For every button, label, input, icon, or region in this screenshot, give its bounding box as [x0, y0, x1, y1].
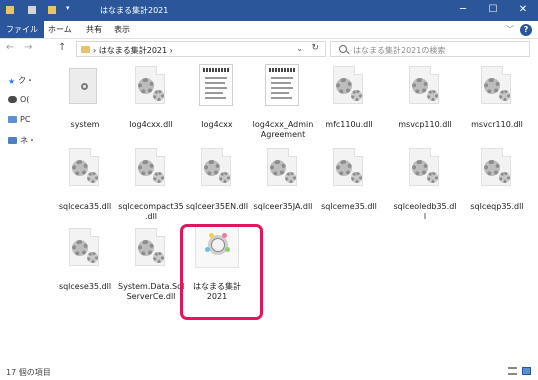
dll-icon	[327, 62, 371, 114]
search-input[interactable]: はなまる集計2021の検索	[353, 45, 445, 56]
nav-item-quick-access[interactable]: ★ ク・	[8, 75, 34, 87]
nav-item-label: PC	[20, 115, 31, 124]
file-name: sqlceca35.dll	[58, 202, 112, 211]
title-bar: ▾ はなまる集計2021 ─ ☐ ✕	[0, 0, 538, 21]
file-name: sqlceer35EN.dll	[185, 202, 249, 211]
item-count: 17 個の項目	[6, 368, 51, 377]
tab-file[interactable]: ファイル	[0, 21, 44, 38]
dll-icon	[327, 144, 371, 196]
close-button[interactable]: ✕	[508, 0, 538, 21]
file-name: sqlceme35.dll	[321, 202, 377, 211]
dll-icon	[129, 224, 173, 276]
dll-icon	[403, 62, 447, 114]
file-name: System.Data.Sql ServerCe.dll	[118, 282, 185, 301]
dll-icon	[129, 62, 173, 114]
file-name: sqlceoledb35.dl l	[393, 202, 457, 221]
quick-access-dropdown-icon[interactable]: ▾	[66, 4, 70, 12]
file-name: sqlcecompact35 .dll	[118, 202, 184, 221]
file-name: sqlcese35.dll	[58, 282, 112, 291]
refresh-icon[interactable]: ↻	[311, 43, 319, 53]
quick-access-new-folder-icon[interactable]	[48, 6, 56, 14]
file-name: msvcr110.dll	[471, 120, 523, 129]
address-row: ← → ↑ › はなまる集計2021 › ⌄ ↻ はなまる集計2021の検索	[0, 39, 538, 59]
minimize-button[interactable]: ─	[448, 0, 478, 21]
ribbon: ファイル ホーム 共有 表示 ﹀ ?	[0, 21, 538, 39]
network-icon	[8, 137, 17, 144]
dll-icon	[475, 62, 519, 114]
back-button[interactable]: ←	[6, 42, 14, 53]
dll-icon	[261, 144, 305, 196]
nav-item-label: ネ・	[20, 136, 36, 145]
file-list: system log4cxx.dll log4cxx log4cxx_Admin…	[52, 62, 538, 359]
file-name: system	[70, 120, 100, 129]
file-name: sqlceer35JA.dll	[253, 202, 313, 211]
search-box[interactable]: はなまる集計2021の検索	[330, 41, 530, 57]
address-path[interactable]: › はなまる集計2021 ›	[93, 45, 173, 56]
status-bar: 17 個の項目	[0, 362, 538, 380]
folder-icon	[63, 62, 107, 114]
dll-icon	[475, 144, 519, 196]
pc-icon	[8, 116, 17, 123]
file-name: log4cxx_Admin Agreement	[252, 120, 314, 139]
highlight-frame	[180, 224, 263, 320]
up-button[interactable]: ↑	[58, 42, 66, 53]
dll-icon	[195, 144, 239, 196]
dll-icon	[63, 224, 107, 276]
address-dropdown-icon[interactable]: ⌄	[296, 44, 303, 53]
file-name: log4cxx.dll	[129, 120, 173, 129]
nav-item-network[interactable]: ネ・	[8, 135, 36, 147]
tab-share[interactable]: 共有	[80, 21, 108, 38]
tab-view[interactable]: 表示	[108, 21, 136, 38]
nav-item-onedrive[interactable]: O(	[8, 95, 29, 107]
help-icon[interactable]: ?	[520, 24, 532, 36]
dll-icon	[129, 144, 173, 196]
nav-item-pc[interactable]: PC	[8, 115, 30, 127]
file-name: mfc110u.dll	[325, 120, 373, 129]
folder-icon	[81, 46, 90, 53]
cloud-icon	[8, 96, 17, 103]
dll-icon	[403, 144, 447, 196]
window-title: はなまる集計2021	[100, 6, 169, 15]
quick-access-properties-icon[interactable]	[28, 6, 36, 14]
dll-icon	[63, 144, 107, 196]
nav-item-label: ク・	[18, 76, 35, 85]
nav-item-label: O(	[20, 95, 30, 104]
file-name: msvcp110.dll	[398, 120, 452, 129]
large-icons-view-icon[interactable]	[522, 367, 531, 375]
forward-button[interactable]: →	[24, 42, 32, 53]
file-name: log4cxx	[201, 120, 233, 129]
search-icon	[339, 45, 347, 53]
ribbon-expand-icon[interactable]: ﹀	[506, 24, 514, 35]
maximize-button[interactable]: ☐	[478, 0, 508, 21]
details-view-icon[interactable]	[508, 367, 517, 375]
navigation-pane: ★ ク・ O( PC ネ・	[0, 59, 52, 359]
tab-home[interactable]: ホーム	[42, 21, 78, 38]
star-icon: ★	[8, 77, 16, 86]
folder-icon	[6, 6, 14, 14]
text-file-icon	[195, 62, 239, 114]
address-bar[interactable]: › はなまる集計2021 › ⌄ ↻	[76, 41, 326, 57]
file-name: sqlceqp35.dll	[470, 202, 524, 211]
text-file-icon	[261, 62, 305, 114]
